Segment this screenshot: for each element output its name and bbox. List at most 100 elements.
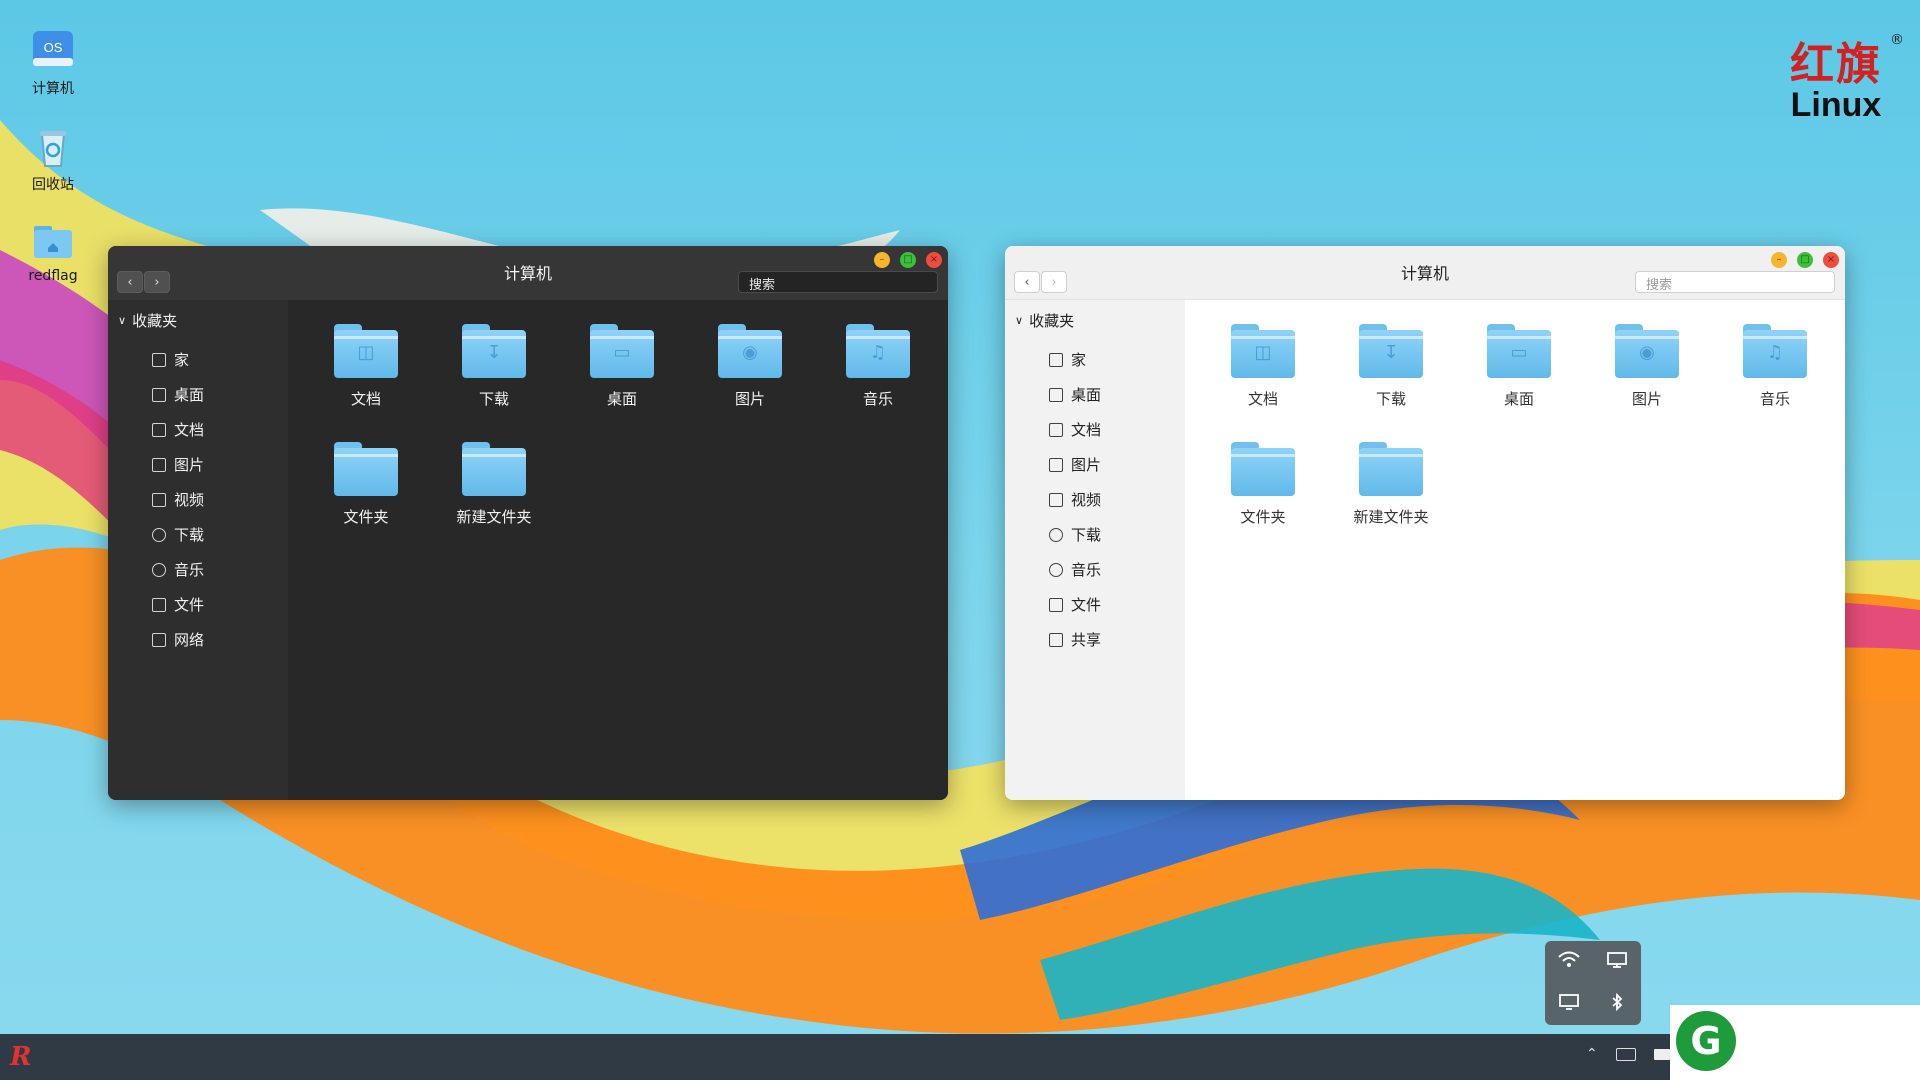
folder-item-desktop[interactable]: ▭ 桌面 — [558, 324, 686, 442]
music-icon — [152, 562, 166, 577]
folder-name: 文档 — [1247, 390, 1278, 408]
network-icon — [152, 632, 166, 647]
close-button[interactable]: × — [926, 252, 942, 268]
display-icon[interactable] — [1558, 993, 1580, 1015]
sidebar-item-label: 共享 — [1071, 631, 1102, 649]
sidebar-item-label: 文件 — [1071, 596, 1102, 614]
network-icon — [1049, 632, 1063, 647]
taskbar: R ⌃ — [0, 1034, 1920, 1080]
desktop-icon-recycle-bin[interactable]: 回收站 — [22, 124, 84, 194]
maximize-button[interactable]: □ — [1797, 252, 1813, 268]
document-icon — [152, 422, 166, 437]
sidebar-item-downloads[interactable]: 下载 — [1049, 517, 1101, 552]
folder-icon: ◉ — [718, 324, 782, 378]
folder-name: 桌面 — [606, 390, 637, 408]
sidebar-item-label: 下载 — [1071, 526, 1102, 544]
wifi-icon[interactable] — [1558, 951, 1580, 973]
search-input[interactable]: 搜索 — [1635, 271, 1835, 293]
chevron-up-icon[interactable]: ⌃ — [1586, 1046, 1598, 1062]
folder-icon — [1231, 442, 1295, 496]
folder-name: 新建文件夹 — [456, 508, 532, 526]
sidebar-item-files[interactable]: 文件 — [152, 587, 204, 622]
sidebar-item-files[interactable]: 文件 — [1049, 587, 1101, 622]
registered-mark: ® — [1890, 32, 1904, 48]
brand-logo: 红旗 Linux ® — [1776, 28, 1904, 125]
titlebar: ‹ › 计算机 搜索 – □ × — [108, 246, 948, 300]
folder-icon — [334, 442, 398, 496]
folder-item-new-folder[interactable]: 新建文件夹 — [430, 442, 558, 560]
sidebar-item-music[interactable]: 音乐 — [152, 552, 204, 587]
sidebar-item-label: 下载 — [174, 526, 205, 544]
folder-item-music[interactable]: ♫ 音乐 — [1711, 324, 1839, 442]
sidebar-item-label: 家 — [174, 351, 190, 369]
chevron-down-icon: ∨ — [1015, 314, 1024, 327]
folder-icon — [462, 442, 526, 496]
sidebar-item-pictures[interactable]: 图片 — [152, 447, 204, 482]
folder-item-pictures[interactable]: ◉ 图片 — [686, 324, 814, 442]
sidebar-favorites-header[interactable]: ∨ 收藏夹 — [1015, 310, 1074, 331]
sidebar-item-videos[interactable]: 视频 — [152, 482, 204, 517]
sidebar-item-pictures[interactable]: 图片 — [1049, 447, 1101, 482]
sidebar-item-home[interactable]: 家 — [152, 342, 204, 377]
sidebar-item-documents[interactable]: 文档 — [1049, 412, 1101, 447]
desktop-icon-computer[interactable]: OS 计算机 — [22, 28, 84, 98]
sidebar: ∨ 收藏夹 家 桌面 文档 图片 视频 下载 音乐 文件 共享 — [1005, 300, 1185, 800]
sidebar-item-label: 音乐 — [174, 561, 205, 579]
keyboard-icon[interactable] — [1616, 1048, 1636, 1061]
sidebar-item-label: 文件 — [174, 596, 205, 614]
folder-item-pictures[interactable]: ◉ 图片 — [1583, 324, 1711, 442]
folder-icon: ▭ — [590, 324, 654, 378]
folder-name: 新建文件夹 — [1353, 508, 1429, 526]
folder-icon: ♫ — [846, 324, 910, 378]
battery-icon[interactable] — [1654, 1049, 1670, 1060]
sidebar-item-music[interactable]: 音乐 — [1049, 552, 1101, 587]
sidebar-header-label: 收藏夹 — [132, 312, 178, 330]
folder-name: 图片 — [734, 390, 765, 408]
sidebar-item-home[interactable]: 家 — [1049, 342, 1101, 377]
sidebar-favorites-header[interactable]: ∨ 收藏夹 — [118, 310, 177, 331]
folder-item-documents[interactable]: ◫ 文档 — [1199, 324, 1327, 442]
desktop-icon-home[interactable]: redflag — [22, 218, 84, 284]
folder-item-downloads[interactable]: ↧ 下载 — [430, 324, 558, 442]
folder-name: 文件夹 — [343, 508, 389, 526]
sidebar-item-videos[interactable]: 视频 — [1049, 482, 1101, 517]
sidebar-item-network[interactable]: 网络 — [152, 622, 204, 657]
search-input[interactable]: 搜索 — [738, 271, 938, 293]
sidebar-item-downloads[interactable]: 下载 — [152, 517, 204, 552]
minimize-button[interactable]: – — [1771, 252, 1787, 268]
folder-item-folder[interactable]: 文件夹 — [302, 442, 430, 560]
chevron-down-icon: ∨ — [118, 314, 127, 327]
sidebar-item-label: 文档 — [1071, 421, 1102, 439]
sidebar-item-share[interactable]: 共享 — [1049, 622, 1101, 657]
folder-item-folder[interactable]: 文件夹 — [1199, 442, 1327, 560]
home-folder-icon — [30, 218, 76, 264]
desktop-icon-label: redflag — [28, 268, 78, 284]
monitor-icon[interactable] — [1606, 951, 1628, 973]
folder-item-music[interactable]: ♫ 音乐 — [814, 324, 942, 442]
sidebar-item-label: 视频 — [1071, 491, 1102, 509]
folder-item-downloads[interactable]: ↧ 下载 — [1327, 324, 1455, 442]
folder-item-documents[interactable]: ◫ 文档 — [302, 324, 430, 442]
sidebar-item-label: 图片 — [174, 456, 205, 474]
folder-name: 文档 — [350, 390, 381, 408]
folder-icon: ↧ — [462, 324, 526, 378]
minimize-button[interactable]: – — [874, 252, 890, 268]
start-menu-button[interactable]: R — [10, 1042, 32, 1072]
folder-item-new-folder[interactable]: 新建文件夹 — [1327, 442, 1455, 560]
folder-name: 音乐 — [862, 390, 893, 408]
corner-logo: G — [1670, 1005, 1920, 1080]
computer-os-icon: OS — [30, 28, 76, 74]
bluetooth-icon[interactable] — [1610, 992, 1624, 1015]
folder-name: 图片 — [1631, 390, 1662, 408]
maximize-button[interactable]: □ — [900, 252, 916, 268]
home-icon — [1049, 352, 1063, 367]
close-button[interactable]: × — [1823, 252, 1839, 268]
sidebar-item-desktop[interactable]: 桌面 — [1049, 377, 1101, 412]
folder-icon: ◫ — [334, 324, 398, 378]
sidebar-item-desktop[interactable]: 桌面 — [152, 377, 204, 412]
sidebar-item-label: 网络 — [174, 631, 205, 649]
folder-item-desktop[interactable]: ▭ 桌面 — [1455, 324, 1583, 442]
sidebar-header-label: 收藏夹 — [1029, 312, 1075, 330]
sidebar-item-documents[interactable]: 文档 — [152, 412, 204, 447]
desktop-icon-label: 回收站 — [32, 177, 74, 193]
